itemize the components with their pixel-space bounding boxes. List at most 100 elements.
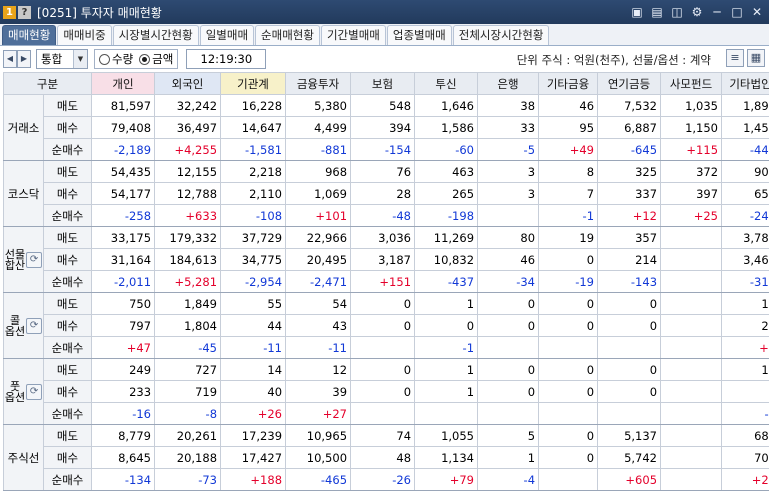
value-cell: 463 bbox=[415, 161, 478, 183]
radio-amount-label: 금액 bbox=[152, 51, 173, 67]
table-row[interactable]: 콜옵션⟳매도7501,84955540100016 bbox=[4, 293, 769, 315]
value-cell: 1,586 bbox=[415, 117, 478, 139]
value-cell: 12,155 bbox=[155, 161, 221, 183]
table-row[interactable]: 순매수+47-45-11-11-1+8 bbox=[4, 337, 769, 359]
table-row[interactable]: 매수79,40836,49714,6474,4993941,58633956,8… bbox=[4, 117, 769, 139]
table-row[interactable]: 매수7971,80444430000024 bbox=[4, 315, 769, 337]
value-cell: -881 bbox=[286, 139, 351, 161]
value-cell: 31,164 bbox=[92, 249, 155, 271]
market-select-value: 통합 bbox=[41, 51, 62, 67]
header-private-fund[interactable]: 사모펀드 bbox=[661, 73, 722, 95]
group-label-cell: 코스닥 bbox=[4, 161, 44, 227]
refresh-icon[interactable]: ⟳ bbox=[26, 384, 42, 400]
time-field[interactable]: 12:19:30 bbox=[186, 49, 266, 69]
value-cell: 34,775 bbox=[221, 249, 286, 271]
row-type-label: 매도 bbox=[44, 95, 92, 117]
minimize-button[interactable]: ─ bbox=[709, 4, 725, 20]
value-cell bbox=[351, 403, 415, 425]
value-cell: 0 bbox=[478, 293, 539, 315]
value-cell: 33,175 bbox=[92, 227, 155, 249]
tab-trading-status[interactable]: 매매현황 bbox=[2, 25, 56, 45]
tab-trading-ratio[interactable]: 매매비중 bbox=[57, 25, 111, 45]
tab-all-market-time[interactable]: 전체시장시간현황 bbox=[453, 25, 550, 45]
table-row[interactable]: 매수31,164184,61334,77520,4953,18710,83246… bbox=[4, 249, 769, 271]
tab-market-time-status[interactable]: 시장별시간현황 bbox=[113, 25, 199, 45]
market-select[interactable]: 통합 ▼ bbox=[36, 49, 88, 69]
value-cell: 81,597 bbox=[92, 95, 155, 117]
link-icon[interactable]: ▣ bbox=[629, 4, 645, 20]
group-label-stack: 선물합산 bbox=[5, 249, 25, 271]
settings-gear-icon[interactable]: ⚙ bbox=[689, 4, 705, 20]
value-cell: 0 bbox=[539, 425, 598, 447]
table-row[interactable]: 거래소매도81,59732,24216,2285,3805481,6463846… bbox=[4, 95, 769, 117]
radio-amount-dot[interactable] bbox=[139, 54, 150, 65]
group-label-with-refresh: 풋옵션⟳ bbox=[4, 381, 43, 403]
header-financial-investment[interactable]: 금융투자 bbox=[286, 73, 351, 95]
header-investment-trust[interactable]: 투신 bbox=[415, 73, 478, 95]
prev-button[interactable]: ◀ bbox=[3, 50, 17, 68]
group-label-line1: 선물 bbox=[5, 249, 25, 260]
value-cell: 46 bbox=[478, 249, 539, 271]
table-row[interactable]: 매수2337194039010009 bbox=[4, 381, 769, 403]
value-cell bbox=[661, 293, 722, 315]
header-other-corporation[interactable]: 기타법인 bbox=[722, 73, 769, 95]
tab-net-trading[interactable]: 순매매현황 bbox=[255, 25, 320, 45]
tab-sector-trading[interactable]: 업종별매매 bbox=[387, 25, 452, 45]
table-row[interactable]: 순매수-16-8+26+27-2 bbox=[4, 403, 769, 425]
table-row[interactable]: 매수54,17712,7882,1101,0692826537337397656 bbox=[4, 183, 769, 205]
table-row[interactable]: 선물합산⟳매도33,175179,33237,72922,9663,03611,… bbox=[4, 227, 769, 249]
table-row[interactable]: 순매수-2,011+5,281-2,954-2,471+151-437-34-1… bbox=[4, 271, 769, 293]
refresh-icon[interactable]: ⟳ bbox=[26, 252, 42, 268]
table-row[interactable]: 코스닥매도54,43512,1552,218968764633832537290… bbox=[4, 161, 769, 183]
tab-period-trading[interactable]: 기간별매매 bbox=[321, 25, 386, 45]
row-type-label: 순매수 bbox=[44, 271, 92, 293]
header-insurance[interactable]: 보험 bbox=[351, 73, 415, 95]
table-row[interactable]: 순매수-258+633-108+101-48-198-1+12+25-245 bbox=[4, 205, 769, 227]
table-row[interactable]: 풋옵션⟳매도24972714120100011 bbox=[4, 359, 769, 381]
header-pension-fund[interactable]: 연기금등 bbox=[598, 73, 661, 95]
header-individual[interactable]: 개인 bbox=[92, 73, 155, 95]
value-cell: +26 bbox=[221, 403, 286, 425]
value-cell: 233 bbox=[92, 381, 155, 403]
list-view-icon[interactable]: ≡ bbox=[726, 49, 744, 67]
header-foreign[interactable]: 외국인 bbox=[155, 73, 221, 95]
table-row[interactable]: 매수8,64520,18817,42710,500481,134105,7427… bbox=[4, 447, 769, 469]
header-category[interactable]: 구분 bbox=[4, 73, 92, 95]
screen-number-badge[interactable]: 1 bbox=[3, 6, 16, 19]
value-cell: 1,849 bbox=[155, 293, 221, 315]
radio-quantity-dot[interactable] bbox=[99, 54, 110, 65]
group-label-line2: 옵션 bbox=[5, 326, 25, 337]
memo-icon[interactable]: ▤ bbox=[649, 4, 665, 20]
value-cell: 12 bbox=[286, 359, 351, 381]
value-cell: 6,887 bbox=[598, 117, 661, 139]
value-cell: -11 bbox=[221, 337, 286, 359]
radio-quantity[interactable]: 수량 bbox=[99, 51, 133, 67]
next-button[interactable]: ▶ bbox=[17, 50, 31, 68]
close-button[interactable]: ✕ bbox=[749, 4, 765, 20]
header-bank[interactable]: 은행 bbox=[478, 73, 539, 95]
radio-amount[interactable]: 금액 bbox=[139, 51, 173, 67]
value-cell: 0 bbox=[598, 315, 661, 337]
header-other-financial[interactable]: 기타금융 bbox=[539, 73, 598, 95]
table-row[interactable]: 주식선매도8,77920,26117,23910,965741,055505,1… bbox=[4, 425, 769, 447]
capture-icon[interactable]: ◫ bbox=[669, 4, 685, 20]
table-row[interactable]: 순매수-2,189+4,255-1,581-881-154-60-5+49-64… bbox=[4, 139, 769, 161]
value-cell: 3,467 bbox=[722, 249, 769, 271]
value-cell: 8 bbox=[539, 161, 598, 183]
chevron-down-icon[interactable]: ▼ bbox=[73, 50, 87, 68]
value-cell: 10,500 bbox=[286, 447, 351, 469]
value-cell: 5,137 bbox=[598, 425, 661, 447]
refresh-icon[interactable]: ⟳ bbox=[26, 318, 42, 334]
maximize-button[interactable]: □ bbox=[729, 4, 745, 20]
value-cell: 43 bbox=[286, 315, 351, 337]
header-institution-total[interactable]: 기관계 bbox=[221, 73, 286, 95]
help-icon[interactable]: ? bbox=[18, 6, 31, 19]
grid-view-icon[interactable]: ▦ bbox=[747, 49, 765, 67]
value-cell: 1 bbox=[415, 381, 478, 403]
value-cell: -11 bbox=[286, 337, 351, 359]
value-cell: 0 bbox=[351, 359, 415, 381]
tab-daily-trading[interactable]: 일별매매 bbox=[200, 25, 254, 45]
value-cell: +633 bbox=[155, 205, 221, 227]
value-cell: -258 bbox=[92, 205, 155, 227]
group-label-line1: 풋 bbox=[5, 381, 25, 392]
